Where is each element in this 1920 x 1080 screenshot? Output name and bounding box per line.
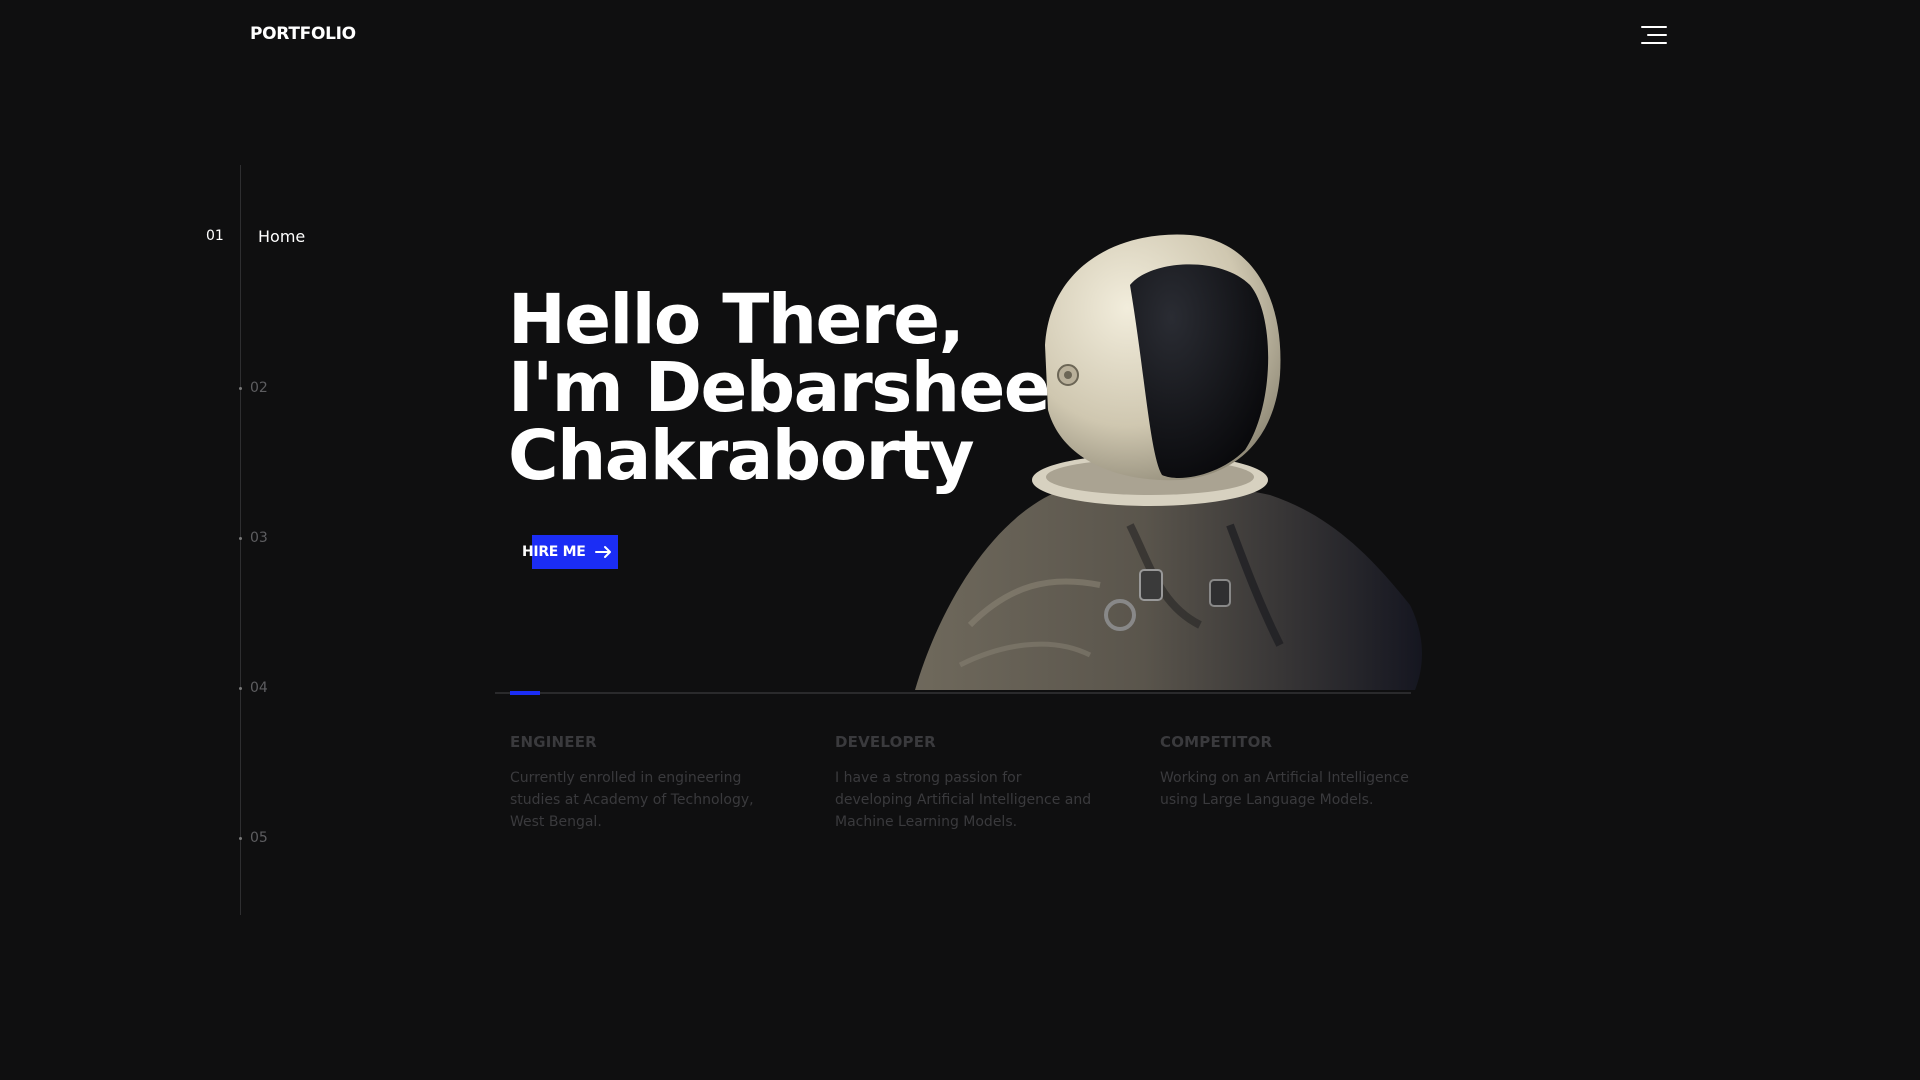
hire-me-label: HIRE ME (522, 544, 586, 560)
sidenav-item-home[interactable]: Home (258, 227, 305, 246)
sidenav-dot (239, 387, 242, 390)
sidenav-dot (239, 837, 242, 840)
sidenav-item-05[interactable]: 05 (250, 830, 268, 846)
slider-progress-track (495, 691, 1411, 695)
sidenav-line (240, 165, 241, 915)
feature-developer: DEVELOPER I have a strong passion for de… (835, 733, 1095, 833)
hire-me-button[interactable]: HIRE ME (520, 535, 618, 569)
sidenav-item-03[interactable]: 03 (250, 530, 268, 546)
hamburger-menu-icon[interactable] (1641, 24, 1667, 46)
feature-text: Working on an Artificial Intelligence us… (1160, 770, 1409, 808)
feature-title: DEVELOPER (835, 733, 936, 751)
arrow-right-icon (594, 546, 611, 558)
feature-text: Currently enrolled in engineering studie… (510, 770, 754, 830)
hero-headline: Hello There, I'm Debarshee Chakraborty (508, 286, 1051, 491)
feature-competitor: COMPETITOR Working on an Artificial Inte… (1160, 733, 1420, 811)
feature-text: I have a strong passion for developing A… (835, 770, 1092, 830)
sidenav-item-01-number[interactable]: 01 (206, 228, 224, 244)
sidenav-item-02[interactable]: 02 (250, 380, 268, 396)
feature-engineer: ENGINEER Currently enrolled in engineeri… (510, 733, 770, 833)
feature-title: ENGINEER (510, 733, 597, 751)
sidenav-dot (239, 537, 242, 540)
slider-progress-indicator (510, 691, 540, 695)
site-logo[interactable]: PORTFOLIO (250, 24, 356, 44)
sidenav-item-04[interactable]: 04 (250, 680, 268, 696)
hero-line-3: Chakraborty (508, 416, 975, 496)
feature-title: COMPETITOR (1160, 733, 1273, 751)
sidenav-dot (239, 687, 242, 690)
